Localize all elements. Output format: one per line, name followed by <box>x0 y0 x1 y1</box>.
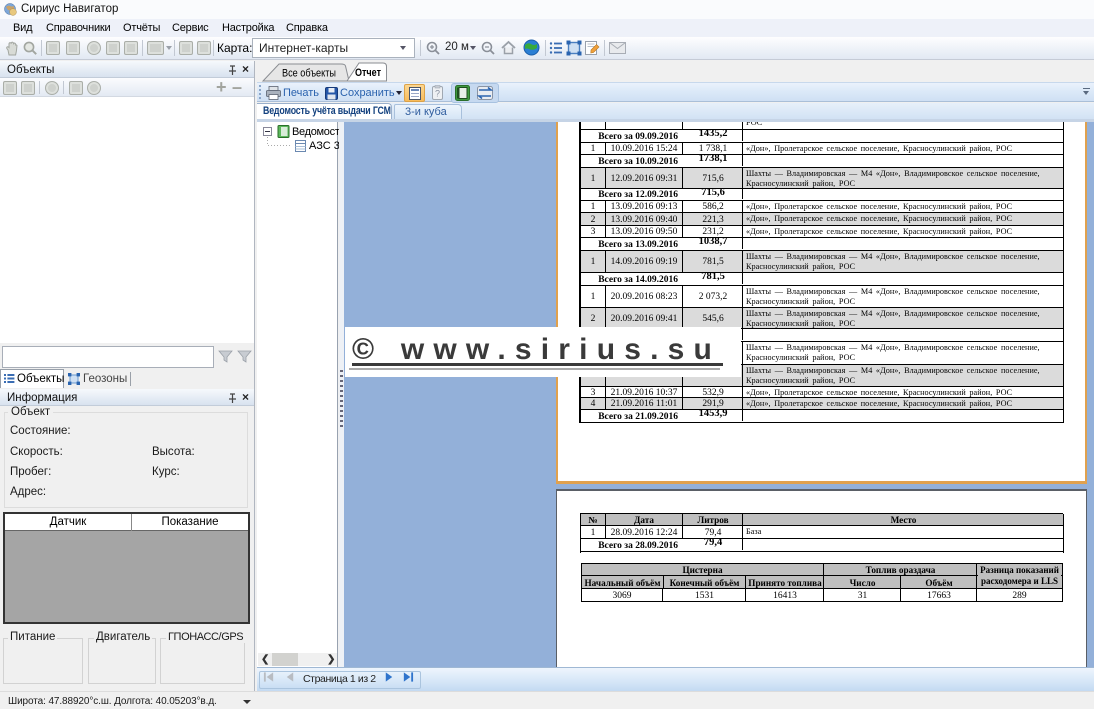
svg-text:?: ? <box>435 89 440 99</box>
svg-text:Все объекты: Все объекты <box>282 68 336 80</box>
svg-text:Отчет: Отчет <box>355 67 381 79</box>
